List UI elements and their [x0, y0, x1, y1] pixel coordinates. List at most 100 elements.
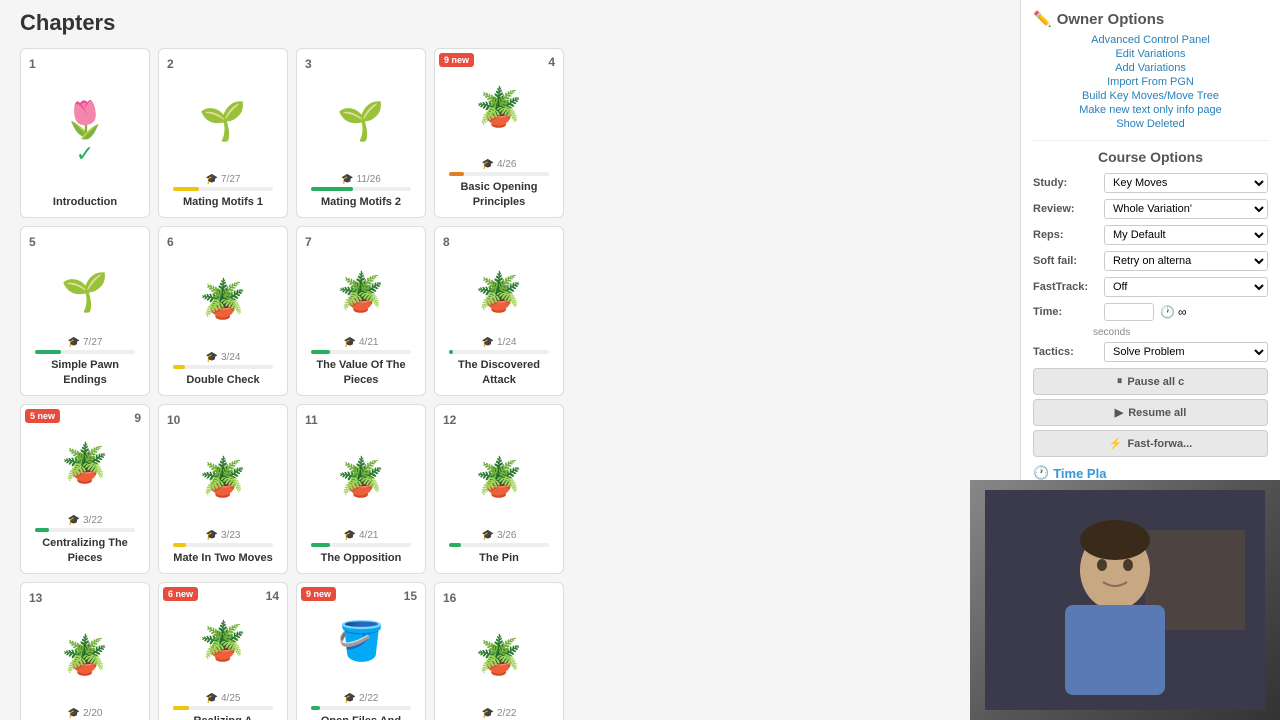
plant-icon-4: 🪴: [475, 86, 522, 130]
progress-bar-12: [449, 543, 461, 547]
chapter-num-5: 5: [29, 235, 36, 249]
chapter-card-11[interactable]: 11🪴 🎓4/21 The Opposition: [296, 404, 426, 574]
progress-bar-4: [449, 172, 464, 176]
progress-bar-8: [449, 350, 453, 354]
fast-track-label: FastTrack:: [1033, 281, 1098, 293]
plant-container-11: 🪴: [337, 427, 384, 530]
chapter-progress-text-7: 🎓4/21: [344, 337, 379, 348]
chapter-title-2: Mating Motifs 1: [183, 195, 263, 209]
chapter-progress-text-9: 🎓3/22: [68, 515, 103, 526]
soft-fail-select[interactable]: Retry on alterna: [1104, 251, 1268, 271]
owner-link-4[interactable]: Build Key Moves/Move Tree: [1082, 90, 1219, 102]
plant-container-7: 🪴: [337, 249, 384, 337]
chapter-card-14[interactable]: 6 new14🪴 🎓4/25 Realizing A Material...: [158, 582, 288, 720]
tactics-select[interactable]: Solve Problem: [1104, 342, 1268, 362]
study-select[interactable]: Key Moves: [1104, 173, 1268, 193]
progress-bar-9: [35, 528, 49, 532]
chapter-progress-text-4: 🎓4/26: [482, 159, 517, 170]
progress-bar-15: [311, 706, 320, 710]
chapter-title-3: Mating Motifs 2: [321, 195, 401, 209]
progress-bar-container-2: [173, 187, 274, 191]
chapter-card-13[interactable]: 13🪴 🎓2/20 The Double Attack: [20, 582, 150, 720]
progress-bar-14: [173, 706, 189, 710]
fast-forward-icon: ⚡: [1109, 437, 1123, 450]
chapter-card-4[interactable]: 9 new4🪴 🎓4/26 Basic Opening Principles: [434, 48, 564, 218]
chapter-title-12: The Pin: [479, 551, 519, 565]
fast-track-row: FastTrack: Off: [1033, 277, 1268, 297]
chapter-title-8: The Discovered Attack: [443, 358, 555, 387]
chapter-card-9[interactable]: 5 new9🪴 🎓3/22 Centralizing The Pieces: [20, 404, 150, 574]
reps-select[interactable]: My Default: [1104, 225, 1268, 245]
plant-icon-9: 🪴: [61, 442, 108, 486]
chapters-grid: 1 🌷 ✓ Introduction2🌱 🎓7/27 Mating Motifs…: [20, 48, 1000, 720]
chapter-badge-9: 5 new: [25, 409, 60, 423]
chapter-title-4: Basic Opening Principles: [443, 180, 555, 209]
chapter-progress-text-15: 🎓2/22: [344, 693, 379, 704]
study-row: Study: Key Moves: [1033, 173, 1268, 193]
plant-icon-2: 🌱: [199, 100, 246, 144]
chapter-num-3: 3: [305, 57, 312, 71]
chapter-card-3[interactable]: 3🌱 🎓11/26 Mating Motifs 2: [296, 48, 426, 218]
chapter-num-16: 16: [443, 591, 456, 605]
chapter-card-2[interactable]: 2🌱 🎓7/27 Mating Motifs 1: [158, 48, 288, 218]
plant-icon-6: 🪴: [199, 278, 246, 322]
chapter-num-right-15: 15: [404, 589, 417, 603]
progress-bar-container-15: [311, 706, 412, 710]
resume-all-button[interactable]: ▶ Resume all: [1033, 399, 1268, 426]
plant-icon-12: 🪴: [475, 456, 522, 500]
pause-all-button[interactable]: ⏸ Pause all c: [1033, 368, 1268, 395]
plant-icon-10: 🪴: [199, 456, 246, 500]
progress-bar-5: [35, 350, 61, 354]
plant-container-9: 🪴: [61, 413, 108, 515]
plant-container-8: 🪴: [475, 249, 522, 337]
chapter-num-11: 11: [305, 413, 318, 427]
plant-icon-8: 🪴: [475, 271, 522, 315]
fast-track-select[interactable]: Off: [1104, 277, 1268, 297]
tactics-row: Tactics: Solve Problem: [1033, 342, 1268, 362]
progress-bar-container-8: [449, 350, 550, 354]
chapter-title-1: Introduction: [53, 195, 117, 209]
time-input[interactable]: [1104, 303, 1154, 321]
progress-bar-11: [311, 543, 330, 547]
chapter-num-6: 6: [167, 235, 174, 249]
chapter-card-6[interactable]: 6🪴 🎓3/24 Double Check: [158, 226, 288, 396]
chapter-title-15: Open Files And Outposts: [305, 714, 417, 720]
page-title: Chapters: [20, 10, 1000, 36]
study-label: Study:: [1033, 177, 1098, 189]
owner-link-2[interactable]: Add Variations: [1115, 62, 1186, 74]
owner-link-6[interactable]: Show Deleted: [1116, 118, 1185, 130]
chapter-badge-14: 6 new: [163, 587, 198, 601]
chapter-card-8[interactable]: 8🪴 🎓1/24 The Discovered Attack: [434, 226, 564, 396]
owner-links: Advanced Control Panel Edit Variations Add…: [1033, 34, 1268, 130]
plant-icon-5: 🌱: [61, 271, 108, 315]
progress-bar-container-9: [35, 528, 136, 532]
chapter-progress-text-11: 🎓4/21: [344, 530, 379, 541]
chapter-card-16[interactable]: 16🪴 🎓2/22 Combinations: [434, 582, 564, 720]
chapter-progress-text-13: 🎓2/20: [68, 708, 103, 719]
chapter-card-12[interactable]: 12🪴 🎓3/26 The Pin: [434, 404, 564, 574]
chapter-num-1: 1: [29, 57, 36, 71]
chapter-card-7[interactable]: 7🪴 🎓4/21 The Value Of The Pieces: [296, 226, 426, 396]
chapter-num-7: 7: [305, 235, 312, 249]
time-icons: 🕐 ∞: [1160, 305, 1187, 319]
owner-link-5[interactable]: Make new text only info page: [1079, 104, 1221, 116]
owner-link-3[interactable]: Import From PGN: [1107, 76, 1194, 88]
chapter-card-10[interactable]: 10🪴 🎓3/23 Mate In Two Moves: [158, 404, 288, 574]
reps-label: Reps:: [1033, 229, 1098, 241]
chapter-card-1[interactable]: 1 🌷 ✓ Introduction: [20, 48, 150, 218]
webcam-person: [970, 480, 1280, 720]
plant-icon-3: 🌱: [337, 100, 384, 144]
plant-container-6: 🪴: [199, 249, 246, 352]
review-row: Review: Whole Variation': [1033, 199, 1268, 219]
chapter-card-5[interactable]: 5🌱 🎓7/27 Simple Pawn Endings: [20, 226, 150, 396]
plant-container-16: 🪴: [475, 605, 522, 708]
plant-container-12: 🪴: [475, 427, 522, 530]
progress-bar-6: [173, 365, 185, 369]
fast-forward-button[interactable]: ⚡ Fast-forwa...: [1033, 430, 1268, 457]
progress-bar-container-6: [173, 365, 274, 369]
owner-link-0[interactable]: Advanced Control Panel: [1091, 34, 1210, 46]
plant-container-2: 🌱: [199, 71, 246, 174]
review-select[interactable]: Whole Variation': [1104, 199, 1268, 219]
chapter-card-15[interactable]: 9 new15🪣 🎓2/22 Open Files And Outposts: [296, 582, 426, 720]
owner-link-1[interactable]: Edit Variations: [1115, 48, 1185, 60]
